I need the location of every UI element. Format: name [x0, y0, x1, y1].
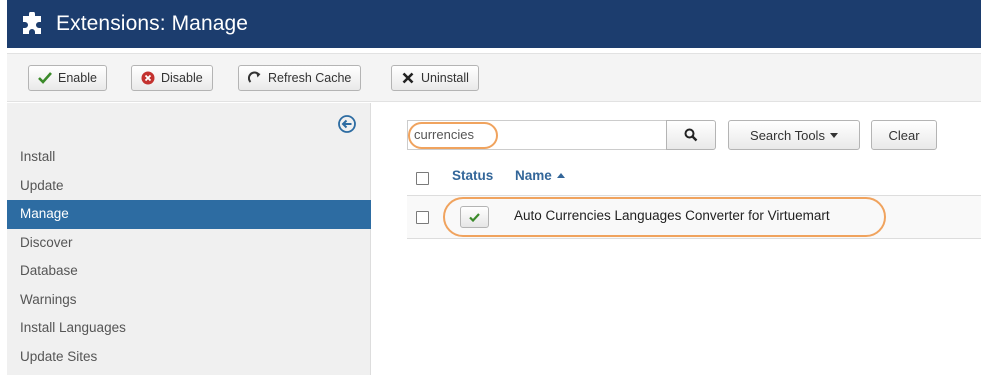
sidebar-nav: Install Update Manage Discover Database …: [7, 143, 371, 371]
sidebar-item-database[interactable]: Database: [7, 257, 371, 286]
column-status[interactable]: Status: [452, 168, 493, 183]
disable-icon: [140, 70, 156, 86]
table-header: Status Name: [407, 160, 981, 196]
page-title: Extensions: Manage: [56, 12, 249, 35]
enable-button[interactable]: Enable: [28, 65, 107, 91]
search-button[interactable]: [666, 120, 716, 150]
sidebar-item-discover[interactable]: Discover: [7, 229, 371, 258]
collapse-sidebar-icon[interactable]: [338, 115, 356, 133]
sidebar-item-update[interactable]: Update: [7, 172, 371, 201]
column-name[interactable]: Name: [515, 168, 565, 183]
sidebar-item-update-sites[interactable]: Update Sites: [7, 343, 371, 372]
sidebar-item-install[interactable]: Install: [7, 143, 371, 172]
sidebar: Install Update Manage Discover Database …: [7, 103, 371, 375]
status-enabled-button[interactable]: [460, 206, 489, 228]
check-icon: [37, 70, 53, 86]
toolbar: Enable Disable Refresh Cache Uninstall: [7, 53, 981, 102]
search-icon: [684, 128, 698, 142]
row-checkbox[interactable]: [416, 211, 429, 224]
caret-down-icon: [829, 132, 838, 138]
extensions-table: Status Name Auto Currencies Languages Co…: [407, 160, 981, 239]
sort-asc-icon: [556, 173, 565, 178]
search-tools-button[interactable]: Search Tools: [728, 120, 860, 150]
search-input[interactable]: currencies: [407, 120, 667, 150]
table-row: Auto Currencies Languages Converter for …: [407, 196, 981, 239]
refresh-cache-button[interactable]: Refresh Cache: [238, 65, 362, 91]
uninstall-button[interactable]: Uninstall: [391, 65, 479, 91]
close-icon: [400, 70, 416, 86]
search-tools-label: Search Tools: [750, 127, 825, 143]
disable-button[interactable]: Disable: [131, 65, 213, 91]
clear-button[interactable]: Clear: [871, 120, 937, 150]
disable-label: Disable: [161, 71, 203, 85]
page-header: Extensions: Manage: [7, 0, 981, 48]
refresh-icon: [247, 70, 263, 86]
puzzle-icon: [23, 12, 41, 34]
sidebar-item-install-languages[interactable]: Install Languages: [7, 314, 371, 343]
enable-label: Enable: [58, 71, 97, 85]
check-icon: [469, 212, 480, 222]
uninstall-label: Uninstall: [421, 71, 469, 85]
refresh-cache-label: Refresh Cache: [268, 71, 352, 85]
select-all-checkbox[interactable]: [416, 172, 429, 185]
column-name-label: Name: [515, 168, 552, 183]
sidebar-item-manage[interactable]: Manage: [7, 200, 371, 229]
extension-name-link[interactable]: Auto Currencies Languages Converter for …: [514, 208, 830, 223]
sidebar-item-warnings[interactable]: Warnings: [7, 286, 371, 315]
